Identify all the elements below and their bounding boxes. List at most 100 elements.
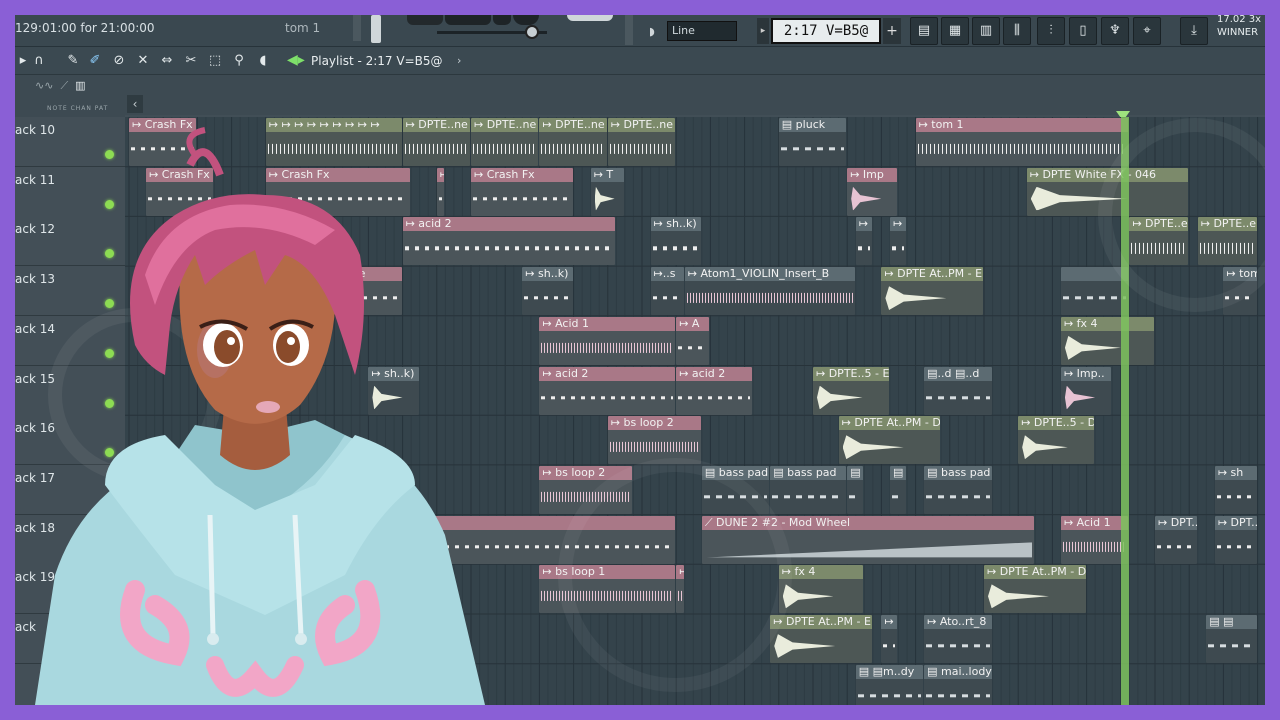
playlist-clip[interactable]: ↦ DPTE At..PM - D	[984, 565, 1086, 614]
track-mute-led[interactable]	[105, 299, 114, 309]
track-header[interactable]: ack 17	[15, 464, 125, 515]
track-header[interactable]: ack 10	[15, 117, 125, 167]
playlist-clip[interactable]: ▤ bass pad	[770, 465, 847, 514]
select-icon[interactable]: ⬚	[207, 53, 223, 69]
track-header[interactable]	[15, 663, 125, 705]
piano-roll-icon[interactable]: ▦	[941, 17, 969, 45]
playlist-clip[interactable]: ↦ bs loop 1	[676, 565, 684, 614]
tuner-icon[interactable]: ⫶	[1037, 17, 1065, 45]
playlist-clip[interactable]: ▤..d ▤..d	[924, 366, 992, 415]
playlist-icon[interactable]: ▤	[910, 17, 938, 45]
track-mute-led[interactable]	[105, 199, 114, 209]
playlist-clip[interactable]: ↦ Acid 1	[1060, 515, 1129, 564]
track-mute-led[interactable]	[105, 597, 114, 607]
playlist-clip[interactable]: ↦ DPTE White FX - 046	[1026, 167, 1189, 216]
playlist-clip[interactable]: ↦ Imp..	[1060, 366, 1112, 415]
scroll-left-button[interactable]: ‹	[127, 95, 143, 113]
playlist-clip[interactable]: ▤ bass pad	[701, 465, 770, 514]
playlist-clip[interactable]: ↦ DPT..	[1214, 515, 1257, 564]
playlist-clip[interactable]: ↦ DPTE At..PM - E	[881, 267, 983, 316]
playlist-clip[interactable]: ⟋ DUNE 2 #2 - Mod Wheel	[701, 515, 1035, 564]
playlist-clip[interactable]: ↦ T	[590, 167, 624, 216]
playlist-clip[interactable]: ↦ DPTE At..PM - D	[838, 416, 941, 465]
playlist-clip[interactable]: ▤ mai..lody	[924, 664, 992, 705]
piano-icon[interactable]: ▥	[75, 79, 85, 92]
menu-arrow-icon[interactable]: ▸	[15, 53, 31, 69]
pencil-icon[interactable]: ✎	[65, 53, 81, 69]
slice-icon[interactable]: ✂	[183, 53, 199, 69]
play-button[interactable]	[513, 15, 539, 25]
playlist-clip[interactable]	[428, 615, 462, 663]
trash-icon[interactable]	[353, 15, 361, 41]
magnet-icon[interactable]: ∩	[31, 53, 47, 69]
playlist-clip[interactable]: ▤ bass pad	[924, 465, 992, 514]
playlist-clip[interactable]: ↦ Crash Fx	[471, 167, 573, 216]
channel-rack-icon[interactable]: ▥	[972, 17, 1000, 45]
playlist-clip[interactable]: ↦ bs loop 2	[539, 465, 633, 514]
playlist-clip[interactable]: ↦	[881, 615, 898, 663]
playlist-clip[interactable]: ↦ acid 2	[402, 217, 616, 266]
playlist-clip[interactable]: ↦ DPTE..ne	[539, 118, 607, 166]
playlist-clip[interactable]: ↦ ↦ ↦ ↦ ↦ ↦ ↦ ↦ ↦	[265, 118, 402, 166]
playlist-clip[interactable]	[1060, 267, 1129, 316]
playlist-clip[interactable]: ▤	[889, 465, 907, 514]
chevron-right-icon[interactable]: ›	[457, 54, 461, 67]
mixer-icon[interactable]: ⫼	[1003, 17, 1031, 45]
waveform-icon[interactable]: ∿∿	[35, 79, 53, 92]
playlist-clip[interactable]: ↦ sh	[1214, 465, 1257, 514]
playlist-clip[interactable]: ↦ sh..k)	[368, 366, 419, 415]
download-icon[interactable]: ⤓	[1180, 17, 1208, 45]
slip-icon[interactable]: ⇔	[159, 53, 175, 69]
automation-icon[interactable]: ⟋	[60, 79, 68, 92]
playlist-clip[interactable]: ↦	[855, 217, 872, 266]
playlist-clip[interactable]: ↦ DPT..	[1155, 515, 1197, 564]
playlist-clip[interactable]: ↦ fx 4	[778, 565, 864, 614]
playlist-clip[interactable]: ↦ sh..k)	[650, 217, 701, 266]
track-header[interactable]: ack 11	[15, 166, 125, 217]
playlist-clip[interactable]: ↦ bs loop 1	[539, 565, 676, 614]
track-header[interactable]: ack 16	[15, 415, 125, 466]
playlist-clip[interactable]: ▤ ▤m..dy	[855, 664, 924, 705]
song-position-arrow-icon[interactable]: ▸	[757, 18, 769, 44]
playlist-clip[interactable]: ↦ DPTE..ne	[471, 118, 539, 166]
track-header[interactable]: ack 18	[15, 514, 125, 565]
playlist-clip[interactable]: ↦ tom	[1223, 267, 1257, 316]
playlist-clip[interactable]	[402, 515, 676, 564]
playlist-clip[interactable]: ↦ Acid 1	[539, 316, 676, 365]
track-header[interactable]: ack 12	[15, 216, 125, 267]
plugin-icon[interactable]: ♆	[1101, 17, 1129, 45]
playlist-clip[interactable]: re	[351, 267, 402, 316]
playlist-clip[interactable]: ↦ DPTE..e	[1129, 217, 1189, 266]
playlist-clip[interactable]: ↦ fx 4	[1060, 316, 1154, 365]
delete-icon[interactable]: ⊘	[111, 53, 127, 69]
playlist-clip[interactable]: ↦ Ato..rt_8	[924, 615, 992, 663]
tempo-display[interactable]	[567, 15, 613, 21]
playlist-clip[interactable]: ↦ Atom1_VIOLIN_Insert_B	[684, 267, 855, 316]
playlist-clip[interactable]: ↦ DPTE..5 - E	[813, 366, 889, 415]
track-mute-led[interactable]	[105, 398, 114, 408]
paint-icon[interactable]: ✐	[87, 53, 103, 69]
playlist-clip[interactable]: ↦ tom 1	[915, 118, 1129, 166]
track-header[interactable]: ack 19	[15, 564, 125, 615]
song-position-display[interactable]: 2:17 V=B5@	[771, 18, 881, 44]
playlist-clip[interactable]: ▤ pluck	[778, 118, 847, 166]
playlist-clip[interactable]: ↦..s	[650, 267, 684, 316]
playlist-clip[interactable]: ↦ DPTE..e	[1197, 217, 1257, 266]
playlist-clip[interactable]: ↦	[889, 217, 907, 266]
zoom-icon[interactable]: ⚲	[231, 53, 247, 69]
playlist-clip[interactable]: ↦ DPTE At..PM - E	[770, 615, 872, 663]
playlist-clip[interactable]: ↦ acid 2	[539, 366, 676, 415]
playlist-clip[interactable]: ↦ bs loop 2	[607, 416, 701, 465]
track-mute-led[interactable]	[105, 448, 114, 458]
playlist-clip[interactable]: ▤	[847, 465, 864, 514]
playlist-clip[interactable]: ↦ DPTE..ne	[607, 118, 676, 166]
track-mute-led[interactable]	[105, 497, 114, 507]
view-mode-icons[interactable]: ∿∿ ⟋ ▥	[35, 79, 135, 97]
playlist-clip[interactable]: ↦ DPTE..5 - D	[1018, 416, 1095, 465]
track-mute-led[interactable]	[105, 150, 114, 159]
playlist-clip[interactable]: ↦ Crash Fx	[265, 167, 411, 216]
add-pattern-button[interactable]: +	[883, 18, 901, 44]
playlist-clip[interactable]: ↦ Crash Fx	[146, 167, 214, 216]
master-pitch-knob[interactable]	[525, 25, 539, 39]
playback-icon[interactable]: ◖	[255, 53, 271, 69]
